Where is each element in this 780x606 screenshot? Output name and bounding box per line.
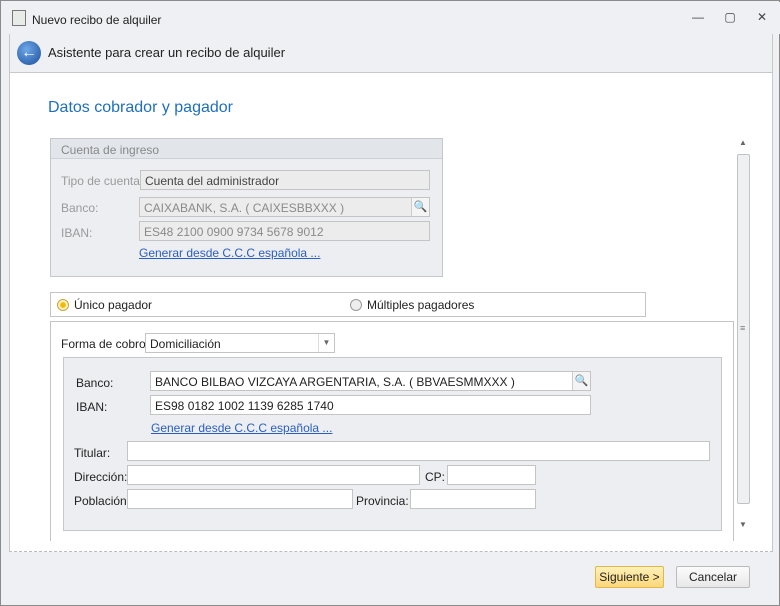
iban-label: IBAN: <box>61 226 93 240</box>
forma-cobro-label: Forma de cobro: <box>61 337 150 351</box>
banco-field: CAIXABANK, S.A. ( CAIXESBBXXX ) 🔍 <box>139 197 430 217</box>
title-bar: Nuevo recibo de alquiler — ▢ ✕ <box>2 2 780 34</box>
grip-icon: ≡ <box>740 323 746 333</box>
forma-cobro-value: Domiciliación <box>150 337 221 351</box>
back-arrow-icon[interactable]: ← <box>17 41 41 65</box>
wizard-content: Datos cobrador y pagador Cuenta de ingre… <box>9 72 773 552</box>
tipo-cuenta-field: Cuenta del administrador <box>140 170 430 190</box>
cp-label: CP: <box>425 470 446 484</box>
pagador-panel: Forma de cobro: Domiciliación ▼ Banco: BA… <box>50 321 734 541</box>
generar-ccc-link: Generar desde C.C.C española ... <box>139 246 321 260</box>
wizard-title: Asistente para crear un recibo de alquil… <box>48 45 286 60</box>
iban-field[interactable]: ES98 0182 1002 1139 6285 1740 <box>150 395 591 415</box>
tipo-cuenta-label: Tipo de cuenta: <box>61 174 144 188</box>
dialog-window: Nuevo recibo de alquiler — ▢ ✕ ← Asisten… <box>0 0 780 606</box>
section-title: Datos cobrador y pagador <box>48 99 233 116</box>
cuenta-ingreso-group: Cuenta de ingreso Tipo de cuenta: Cuenta… <box>50 138 443 277</box>
forma-cobro-select[interactable]: Domiciliación ▼ <box>145 333 335 353</box>
window-title: Nuevo recibo de alquiler <box>32 13 162 27</box>
banco-value: CAIXABANK, S.A. ( CAIXESBBXXX ) <box>144 201 345 215</box>
iban-label: IBAN: <box>76 400 108 414</box>
maximize-button[interactable]: ▢ <box>720 10 740 26</box>
multiples-pagadores-radio[interactable] <box>350 299 362 311</box>
cancelar-button[interactable]: Cancelar <box>676 566 750 588</box>
close-button[interactable]: ✕ <box>752 10 772 26</box>
pagador-options: Único pagador Múltiples pagadores <box>50 292 646 317</box>
minimize-button[interactable]: — <box>688 10 708 26</box>
banco-label: Banco: <box>76 376 114 390</box>
provincia-input[interactable] <box>410 489 536 509</box>
search-icon[interactable]: 🔍 <box>572 372 590 390</box>
cp-input[interactable] <box>447 465 536 485</box>
generar-ccc-link[interactable]: Generar desde C.C.C española ... <box>151 421 332 435</box>
titular-label: Titular: <box>74 446 111 460</box>
direccion-label: Dirección: <box>74 470 128 484</box>
poblacion-label: Población: <box>74 494 131 508</box>
banco-value: BANCO BILBAO VIZCAYA ARGENTARIA, S.A. ( … <box>155 375 515 389</box>
chevron-down-icon[interactable]: ▼ <box>318 334 334 352</box>
unico-pagador-radio[interactable] <box>57 299 69 311</box>
vertical-scrollbar[interactable]: ▲ ≡ ▼ <box>736 136 751 536</box>
provincia-label: Provincia: <box>356 494 409 508</box>
unico-pagador-label[interactable]: Único pagador <box>74 298 152 312</box>
poblacion-input[interactable] <box>127 489 353 509</box>
siguiente-button[interactable]: Siguiente > <box>595 566 664 588</box>
multiples-pagadores-label[interactable]: Múltiples pagadores <box>367 298 474 312</box>
datos-bancarios-group: Banco: BANCO BILBAO VIZCAYA ARGENTARIA, … <box>63 357 722 531</box>
titular-input[interactable] <box>127 441 710 461</box>
iban-field: ES48 2100 0900 9734 5678 9012 <box>139 221 430 241</box>
scroll-down-icon[interactable]: ▼ <box>739 520 747 529</box>
banco-field[interactable]: BANCO BILBAO VIZCAYA ARGENTARIA, S.A. ( … <box>150 371 591 391</box>
search-icon: 🔍 <box>411 198 429 216</box>
wizard-header: ← Asistente para crear un recibo de alqu… <box>9 34 773 72</box>
group-header: Cuenta de ingreso <box>51 139 442 159</box>
scroll-up-icon[interactable]: ▲ <box>739 138 747 147</box>
banco-label: Banco: <box>61 201 99 215</box>
direccion-input[interactable] <box>127 465 420 485</box>
receipt-icon <box>12 10 26 26</box>
scroll-thumb[interactable]: ≡ <box>737 154 750 504</box>
